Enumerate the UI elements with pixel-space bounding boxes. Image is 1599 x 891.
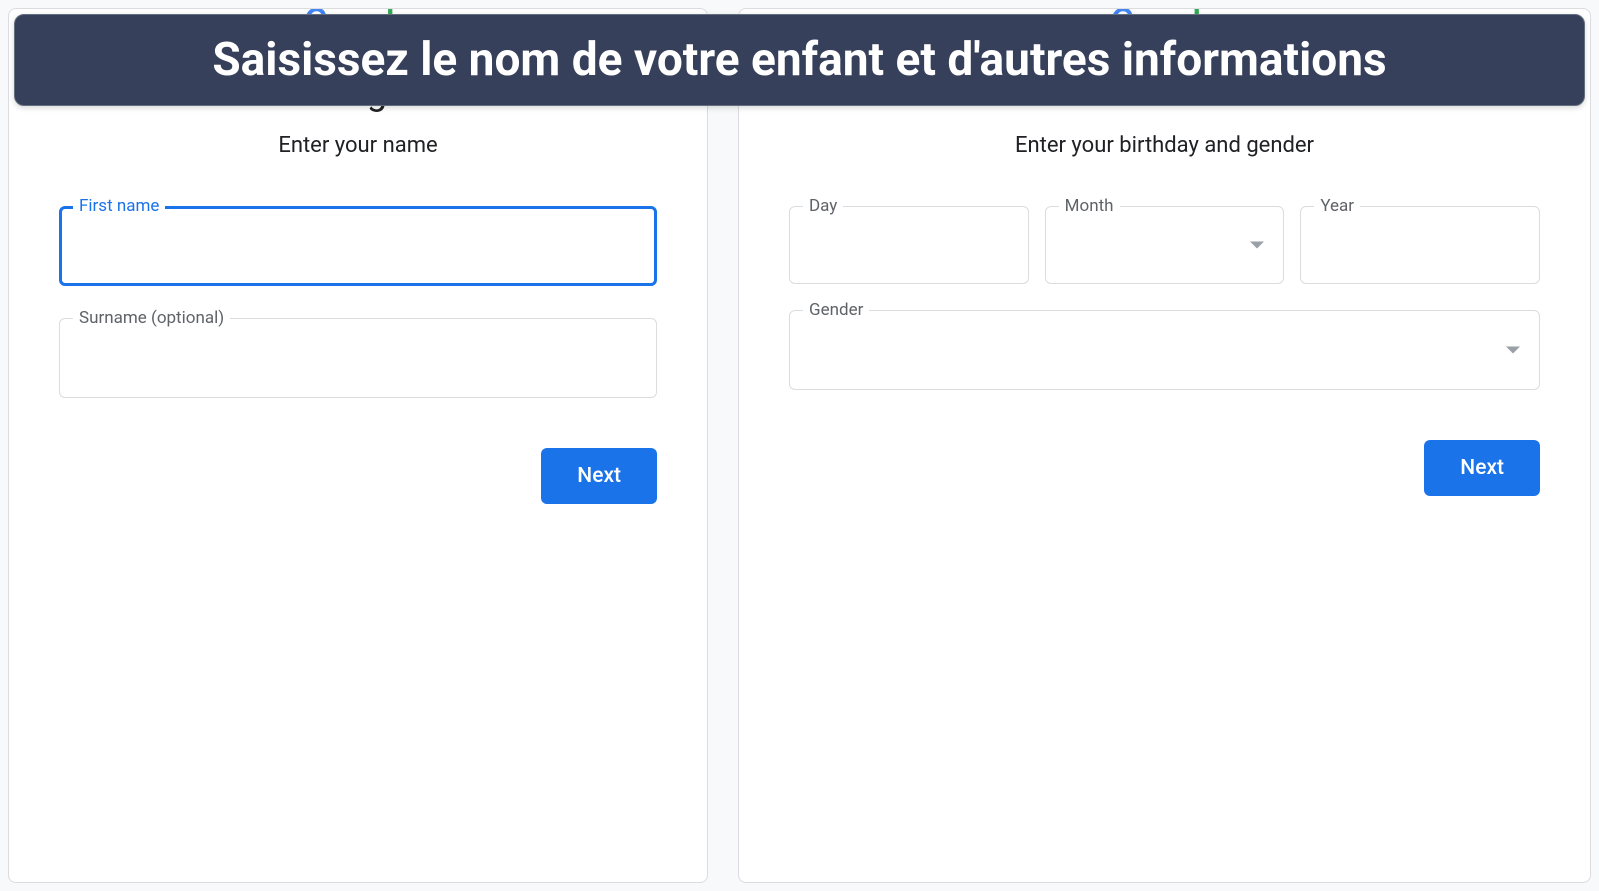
page-subtitle: Enter your birthday and gender [789, 133, 1540, 158]
banner-text: Saisissez le nom de votre enfant et d'au… [212, 33, 1386, 87]
next-button[interactable]: Next [541, 448, 657, 504]
gender-select[interactable] [789, 310, 1540, 390]
year-input[interactable] [1300, 206, 1540, 284]
button-row: Next [59, 448, 657, 504]
panels-container: Google Create a Google Account Enter you… [0, 0, 1599, 891]
month-field-wrapper: Month [1045, 206, 1285, 284]
basic-info-panel: Google Basic information Enter your birt… [738, 8, 1591, 883]
create-account-panel: Google Create a Google Account Enter you… [8, 8, 708, 883]
gender-field-wrapper: Gender [789, 310, 1540, 390]
day-field-wrapper: Day [789, 206, 1029, 284]
surname-label: Surname (optional) [73, 308, 230, 328]
first-name-input[interactable] [59, 206, 657, 286]
year-label: Year [1314, 196, 1360, 216]
surname-field-wrapper: Surname (optional) [59, 318, 657, 398]
year-field-wrapper: Year [1300, 206, 1540, 284]
page-subtitle: Enter your name [59, 133, 657, 158]
day-label: Day [803, 196, 843, 216]
day-input[interactable] [789, 206, 1029, 284]
surname-input[interactable] [59, 318, 657, 398]
month-select[interactable] [1045, 206, 1285, 284]
month-label: Month [1059, 196, 1120, 216]
date-of-birth-row: Day Month Year [789, 206, 1540, 284]
instruction-banner: Saisissez le nom de votre enfant et d'au… [14, 14, 1585, 106]
button-row: Next [789, 440, 1540, 496]
gender-label: Gender [803, 300, 869, 320]
first-name-field-wrapper: First name [59, 206, 657, 286]
next-button[interactable]: Next [1424, 440, 1540, 496]
first-name-label: First name [73, 196, 165, 216]
